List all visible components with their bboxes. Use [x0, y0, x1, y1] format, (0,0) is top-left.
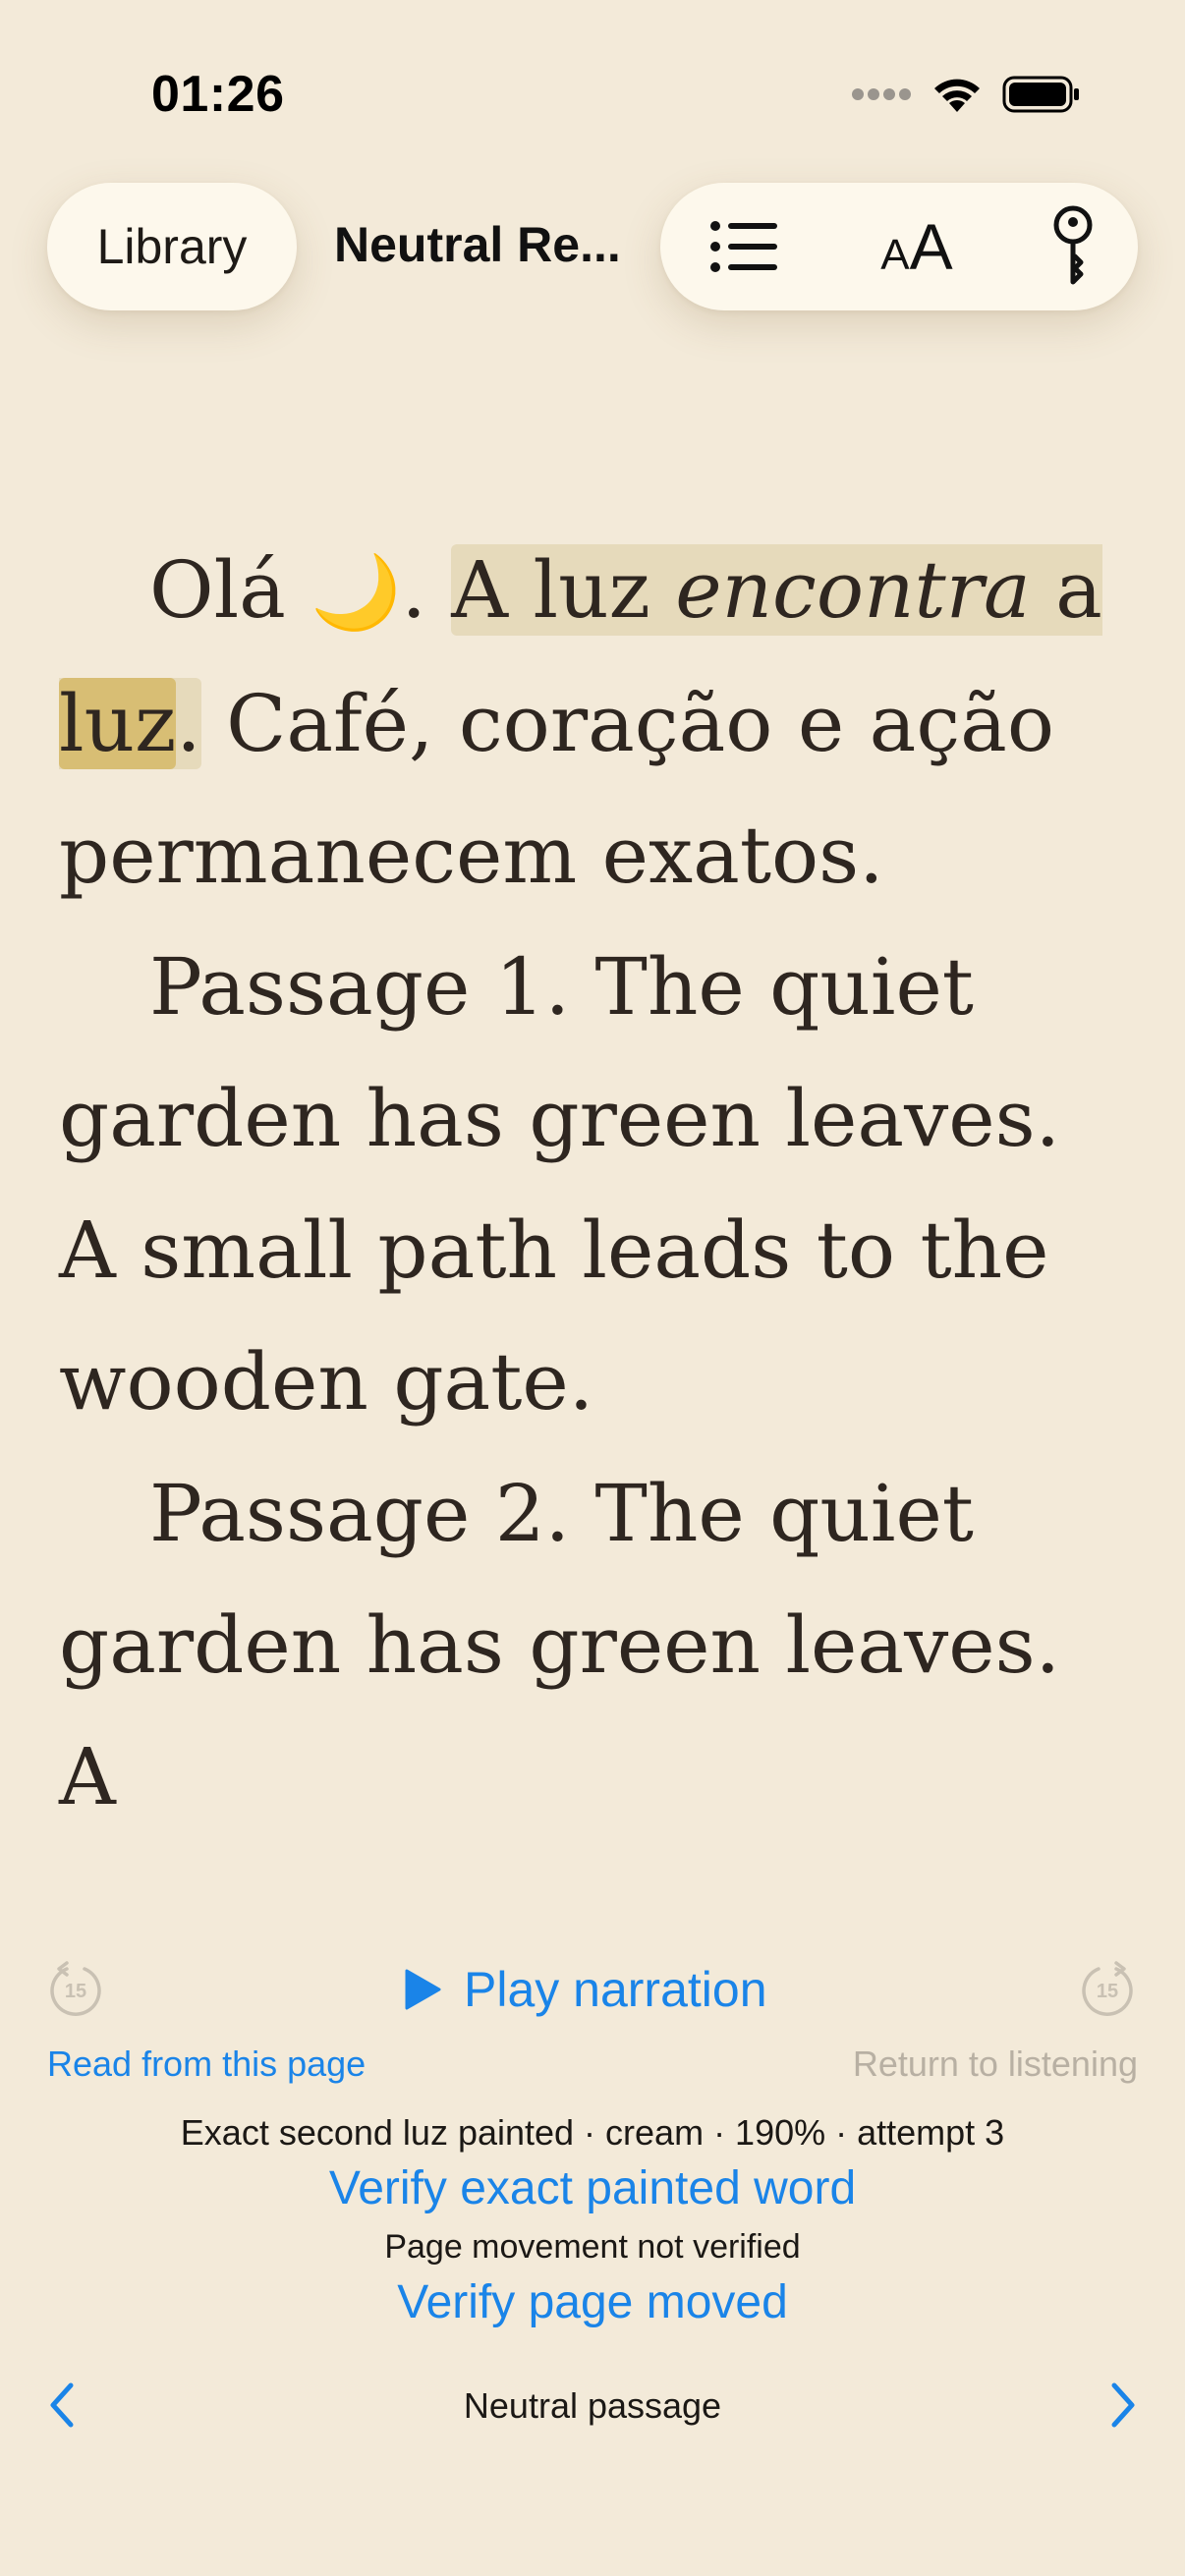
verification-status: Exact second luz painted · cream · 190% …	[180, 2112, 1005, 2153]
key-button[interactable]	[1024, 183, 1122, 310]
cellular-signal-icon	[852, 88, 911, 100]
book-title: Neutral Re...	[334, 217, 621, 272]
read-from-page-link[interactable]: Read from this page	[47, 2044, 366, 2085]
return-to-listening-link[interactable]: Return to listening	[853, 2044, 1138, 2085]
status-time: 01:26	[151, 66, 285, 123]
key-icon	[1053, 205, 1093, 285]
play-narration-button[interactable]: Play narration	[403, 1955, 767, 2024]
reader-text: Olá 🌙. A luz encontra a luz. Café, coraç…	[59, 525, 1130, 1843]
skip-back-button[interactable]: 15	[47, 1961, 104, 2018]
library-button[interactable]: Library	[47, 183, 297, 310]
skip-forward-15-icon: 15	[1082, 1961, 1133, 2016]
list-icon	[710, 221, 777, 272]
font-size-icon: AA	[880, 210, 953, 283]
play-icon	[405, 1969, 441, 2010]
wifi-icon	[934, 79, 980, 112]
skip-back-15-icon: 15	[50, 1961, 101, 2016]
table-of-contents-button[interactable]	[696, 183, 794, 310]
verify-word-button[interactable]: Verify exact painted word	[0, 2161, 1185, 2215]
moon-emoji: 🌙	[310, 550, 402, 635]
paragraph-2: Passage 1. The quiet garden has green le…	[59, 941, 1061, 1428]
battery-icon	[1002, 76, 1079, 113]
skip-forward-button[interactable]: 15	[1079, 1961, 1136, 2018]
paragraph-1: Olá 🌙. A luz encontra a luz. Café, coraç…	[59, 544, 1102, 901]
play-narration-label: Play narration	[464, 1962, 767, 2017]
chevron-right-icon	[1111, 2382, 1135, 2428]
chapter-title: Neutral passage	[463, 2385, 722, 2426]
font-size-button[interactable]: AA	[853, 183, 981, 310]
verify-page-button[interactable]: Verify page moved	[0, 2275, 1185, 2329]
next-page-button[interactable]	[1102, 2378, 1142, 2433]
page-movement-status: Page movement not verified	[384, 2228, 801, 2266]
reader-tools: AA	[660, 183, 1138, 310]
highlighted-word: luz	[59, 678, 177, 769]
svg-text:15: 15	[65, 1981, 86, 2002]
status-icons	[851, 71, 1081, 118]
paragraph-3: Passage 2. The quiet garden has green le…	[59, 1468, 1061, 1822]
svg-text:15: 15	[1097, 1981, 1118, 2002]
